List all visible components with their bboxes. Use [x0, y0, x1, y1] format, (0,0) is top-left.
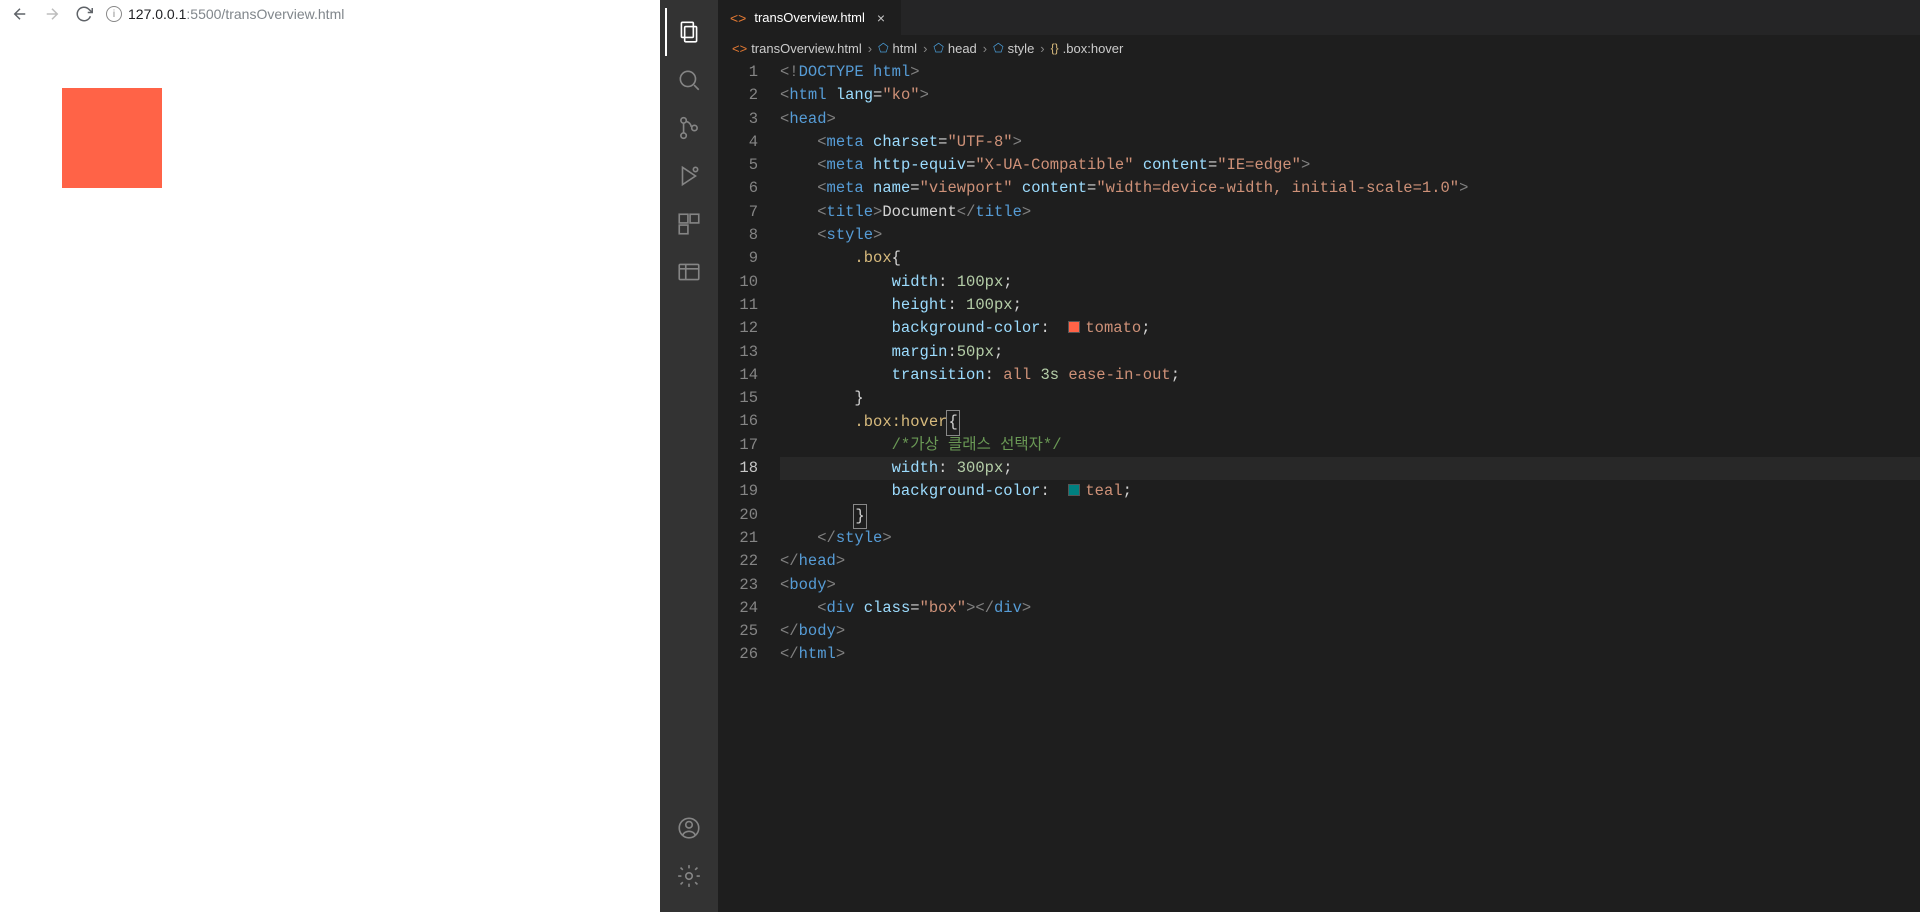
- chevron-right-icon: ›: [1038, 41, 1046, 56]
- element-icon: ⬠: [878, 41, 888, 55]
- html-file-icon: <>: [730, 10, 746, 26]
- reload-icon: [75, 5, 93, 23]
- breadcrumb[interactable]: <> transOverview.html › ⬠ html › ⬠ head …: [718, 35, 1920, 61]
- nav-forward-button[interactable]: [42, 4, 62, 24]
- browser-toolbar: i 127.0.0.1:5500/transOverview.html: [0, 0, 660, 28]
- breadcrumb-item[interactable]: html: [893, 41, 918, 56]
- url-bar[interactable]: i 127.0.0.1:5500/transOverview.html: [106, 6, 344, 22]
- close-icon[interactable]: ×: [873, 10, 889, 26]
- extensions-icon[interactable]: [665, 200, 713, 248]
- tab-bar: <> transOverview.html ×: [718, 0, 1920, 35]
- url-host: 127.0.0.1: [128, 6, 186, 22]
- line-gutter: 1234567891011121314151617181920212223242…: [718, 61, 780, 912]
- element-icon: ⬠: [933, 41, 943, 55]
- nav-back-button[interactable]: [10, 4, 30, 24]
- editor-tab[interactable]: <> transOverview.html ×: [718, 0, 902, 35]
- settings-icon[interactable]: [665, 852, 713, 900]
- element-icon: ⬠: [993, 41, 1003, 55]
- rendered-box: [62, 88, 162, 188]
- run-debug-icon[interactable]: [665, 152, 713, 200]
- breadcrumb-item[interactable]: style: [1008, 41, 1035, 56]
- code-editor[interactable]: 1234567891011121314151617181920212223242…: [718, 61, 1920, 912]
- search-icon[interactable]: [665, 56, 713, 104]
- code-content[interactable]: <!DOCTYPE html> <html lang="ko"> <head> …: [780, 61, 1920, 912]
- selector-icon: {}: [1051, 41, 1059, 55]
- breadcrumb-item[interactable]: transOverview.html: [751, 41, 862, 56]
- arrow-right-icon: [43, 5, 61, 23]
- live-preview-icon[interactable]: [665, 248, 713, 296]
- color-swatch-icon: [1068, 321, 1080, 333]
- breadcrumb-item[interactable]: .box:hover: [1063, 41, 1124, 56]
- browser-pane: i 127.0.0.1:5500/transOverview.html: [0, 0, 660, 912]
- vscode-pane: <> transOverview.html × <> transOverview…: [660, 0, 1920, 912]
- arrow-left-icon: [11, 5, 29, 23]
- source-control-icon[interactable]: [665, 104, 713, 152]
- accounts-icon[interactable]: [665, 804, 713, 852]
- url-path: :5500/transOverview.html: [186, 6, 344, 22]
- browser-viewport: [0, 28, 660, 912]
- chevron-right-icon: ›: [981, 41, 989, 56]
- chevron-right-icon: ›: [866, 41, 874, 56]
- info-icon: i: [106, 6, 122, 22]
- html-file-icon: <>: [732, 41, 747, 56]
- breadcrumb-item[interactable]: head: [948, 41, 977, 56]
- tab-label: transOverview.html: [754, 10, 865, 25]
- activity-bar: [660, 0, 718, 912]
- nav-reload-button[interactable]: [74, 4, 94, 24]
- color-swatch-icon: [1068, 484, 1080, 496]
- explorer-icon[interactable]: [665, 8, 713, 56]
- chevron-right-icon: ›: [921, 41, 929, 56]
- editor-area: <> transOverview.html × <> transOverview…: [718, 0, 1920, 912]
